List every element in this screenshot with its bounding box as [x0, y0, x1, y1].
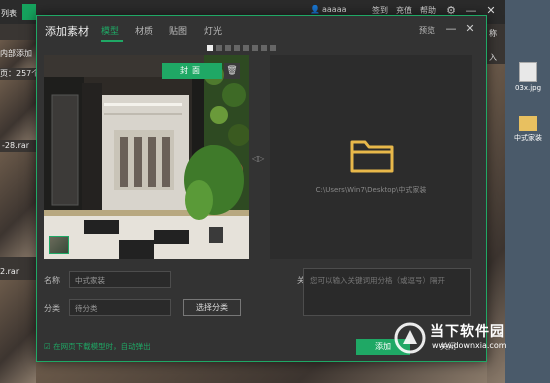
interior-scene-image	[44, 55, 249, 259]
model-file-panel[interactable]: C:\Users\Win7\Desktop\中式家装	[270, 55, 472, 259]
user-avatar-icon[interactable]: 👤	[310, 5, 320, 14]
pager-dot[interactable]	[270, 45, 276, 51]
image-file-icon	[519, 62, 537, 82]
active-tab-indicator	[101, 40, 123, 42]
desktop-icon-label: 03x.jpg	[514, 84, 542, 92]
bg-green-tab[interactable]	[22, 4, 36, 20]
tab-texture[interactable]: 贴图	[169, 24, 187, 37]
close-icon[interactable]: ✕	[462, 21, 478, 37]
swap-arrow-icon: ◁▷	[252, 154, 265, 163]
bg-thumbnail[interactable]	[0, 152, 36, 257]
category-input[interactable]: 待分类	[69, 299, 171, 316]
pager-dot[interactable]	[216, 45, 222, 51]
pager-dot[interactable]	[234, 45, 240, 51]
watermark-url: www.downxia.com	[432, 341, 507, 350]
bg-right-label: 入	[489, 53, 497, 62]
pager-dot[interactable]	[243, 45, 249, 51]
tab-light[interactable]: 灯光	[204, 24, 222, 37]
bg-right-label: 称	[489, 29, 497, 38]
bg-add-label: 内部添加	[0, 49, 32, 58]
image-pager	[207, 45, 276, 51]
category-label: 分类	[44, 304, 60, 313]
tab-material[interactable]: 材质	[135, 24, 153, 37]
add-material-dialog: 添加素材 模型 材质 贴图 灯光 预览 — ✕ 封面 🗑 ◁▷ C:\Users…	[36, 15, 487, 362]
desktop-icon-label: 中式家装	[514, 134, 542, 142]
preview-image-panel: 封面 🗑	[44, 55, 249, 259]
preview-link[interactable]: 预览	[419, 25, 435, 36]
auto-popup-checkbox[interactable]: ☑ 在网页下载模型时，自动弹出	[44, 341, 151, 352]
name-input[interactable]: 中式家装	[69, 271, 171, 288]
folder-icon	[350, 140, 394, 173]
watermark: 当下软件园 www.downxia.com	[392, 318, 550, 378]
pager-dot[interactable]	[261, 45, 267, 51]
bg-count-label: 页：257个	[0, 69, 40, 78]
minimize-icon[interactable]: —	[443, 21, 459, 37]
watermark-logo-icon	[394, 322, 426, 354]
folder-icon	[519, 116, 537, 131]
bg-thumbnail[interactable]	[0, 80, 36, 140]
pager-dot[interactable]	[207, 45, 213, 51]
bg-file-label: -28.rar	[2, 141, 30, 150]
choose-category-button[interactable]: 选择分类	[183, 299, 241, 316]
desktop-file-jpg[interactable]: 03x.jpg	[508, 62, 548, 92]
bg-thumbnail[interactable]	[0, 280, 36, 383]
dialog-title: 添加素材	[45, 25, 89, 38]
image-thumbnail[interactable]	[49, 236, 69, 254]
folder-path: C:\Users\Win7\Desktop\中式家装	[315, 186, 427, 194]
pager-dot[interactable]	[225, 45, 231, 51]
dialog-header: 添加素材 模型 材质 贴图 灯光 预览 — ✕	[37, 16, 486, 44]
username[interactable]: aaaaa	[322, 5, 347, 14]
bg-file-label: 2.rar	[0, 267, 20, 276]
bg-list-tab[interactable]: 列表	[1, 8, 17, 19]
keywords-input[interactable]: 您可以输入关键词用分格（或逗号）隔开	[303, 268, 471, 316]
set-cover-button[interactable]: 封面	[162, 63, 222, 79]
watermark-title: 当下软件园	[430, 324, 505, 340]
pager-dot[interactable]	[252, 45, 258, 51]
trash-icon[interactable]: 🗑	[224, 63, 240, 79]
tab-model[interactable]: 模型	[101, 24, 119, 37]
desktop-folder[interactable]: 中式家装	[508, 112, 548, 143]
name-label: 名称	[44, 276, 60, 285]
